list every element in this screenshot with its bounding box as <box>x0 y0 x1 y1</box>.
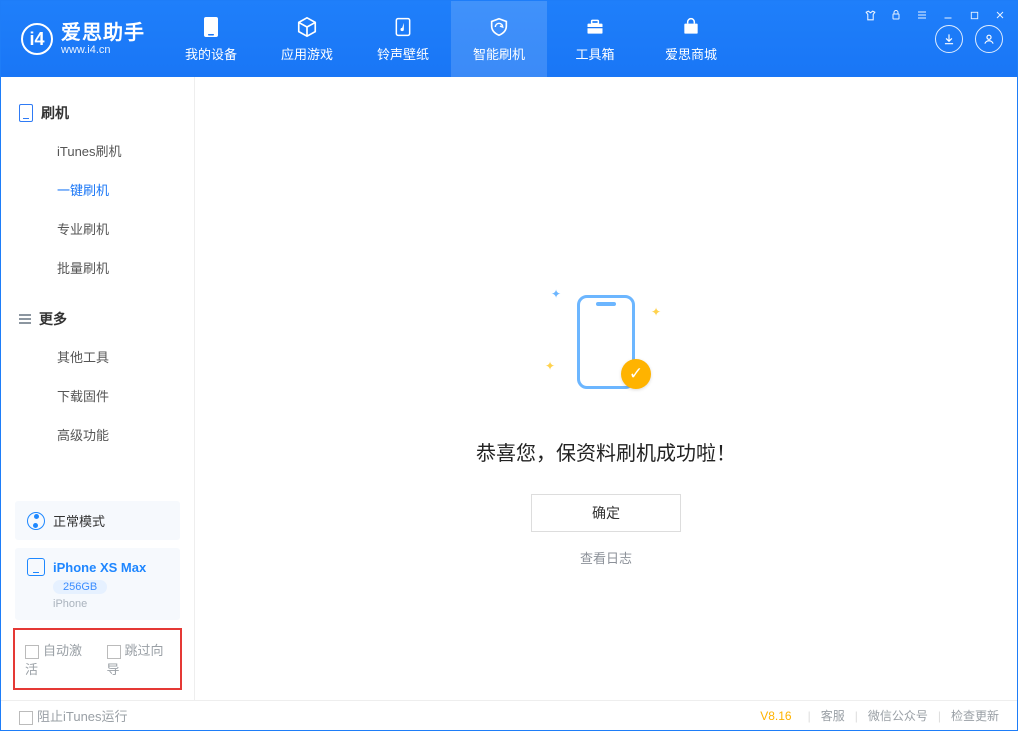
shirt-icon[interactable] <box>861 7 879 23</box>
sidebar-item-download-firmware[interactable]: 下载固件 <box>1 376 194 415</box>
checkmark-badge-icon: ✓ <box>621 359 651 389</box>
footer: 阻止iTunes运行 V8.16 | 客服 | 微信公众号 | 检查更新 <box>1 700 1017 730</box>
success-message: 恭喜您，保资料刷机成功啦！ <box>476 437 736 466</box>
minimize-icon[interactable] <box>939 7 957 23</box>
more-icon <box>19 314 31 324</box>
music-file-icon <box>392 16 414 38</box>
sparkle-icon: ✦ <box>651 305 661 319</box>
window-controls <box>861 7 1009 23</box>
skip-guide-checkbox[interactable]: 跳过向导 <box>107 640 171 678</box>
nav-item-flash[interactable]: 智能刷机 <box>451 1 547 77</box>
app-title: 爱思助手 <box>61 22 145 44</box>
sidebar-group-more: 更多 <box>1 299 194 337</box>
sidebar-group-flash: 刷机 <box>1 93 194 131</box>
app-logo: i4 爱思助手 www.i4.cn <box>1 1 163 77</box>
mode-card[interactable]: 正常模式 <box>15 501 180 540</box>
sidebar-item-other-tools[interactable]: 其他工具 <box>1 337 194 376</box>
device-phone-icon <box>27 558 45 576</box>
refresh-shield-icon <box>488 16 510 38</box>
mode-label: 正常模式 <box>53 511 105 530</box>
sparkle-icon: ✦ <box>551 287 561 301</box>
footer-link-wechat[interactable]: 微信公众号 <box>868 707 928 724</box>
nav-item-ringtone[interactable]: 铃声壁纸 <box>355 1 451 77</box>
footer-link-update[interactable]: 检查更新 <box>951 707 999 724</box>
app-domain: www.i4.cn <box>61 44 145 56</box>
block-itunes-checkbox[interactable]: 阻止iTunes运行 <box>19 706 128 725</box>
sidebar-item-oneclick-flash[interactable]: 一键刷机 <box>1 170 194 209</box>
download-button[interactable] <box>935 25 963 53</box>
auto-activate-checkbox[interactable]: 自动激活 <box>25 640 89 678</box>
maximize-icon[interactable] <box>965 7 983 23</box>
toolbox-icon <box>584 16 606 38</box>
nav-item-toolbox[interactable]: 工具箱 <box>547 1 643 77</box>
nav-item-device[interactable]: 我的设备 <box>163 1 259 77</box>
sidebar-item-itunes-flash[interactable]: iTunes刷机 <box>1 131 194 170</box>
app-window: i4 爱思助手 www.i4.cn 我的设备 应用游戏 铃声壁纸 智能刷机 <box>0 0 1018 731</box>
body: 刷机 iTunes刷机 一键刷机 专业刷机 批量刷机 更多 其他工具 下载固件 … <box>1 77 1017 700</box>
cube-icon <box>296 16 318 38</box>
success-block: ✦ ✦ ✦ ✓ 恭喜您，保资料刷机成功啦！ 确定 查看日志 <box>476 277 736 567</box>
options-highlight-box: 自动激活 跳过向导 <box>13 628 182 690</box>
version-label: V8.16 <box>760 709 791 723</box>
phone-outline-icon <box>19 104 33 122</box>
device-card[interactable]: iPhone XS Max 256GB iPhone <box>15 548 180 620</box>
view-log-link[interactable]: 查看日志 <box>580 548 632 567</box>
device-type: iPhone <box>53 598 168 610</box>
account-button[interactable] <box>975 25 1003 53</box>
nav-item-store[interactable]: 爱思商城 <box>643 1 739 77</box>
sidebar-item-pro-flash[interactable]: 专业刷机 <box>1 209 194 248</box>
sidebar-item-batch-flash[interactable]: 批量刷机 <box>1 248 194 287</box>
store-icon <box>680 16 702 38</box>
main-content: ✦ ✦ ✦ ✓ 恭喜您，保资料刷机成功啦！ 确定 查看日志 <box>195 77 1017 700</box>
device-capacity: 256GB <box>53 580 107 594</box>
close-icon[interactable] <box>991 7 1009 23</box>
footer-link-support[interactable]: 客服 <box>821 707 845 724</box>
lock-icon[interactable] <box>887 7 905 23</box>
sparkle-icon: ✦ <box>545 359 555 373</box>
success-illustration: ✦ ✦ ✦ ✓ <box>541 277 671 407</box>
top-nav: 我的设备 应用游戏 铃声壁纸 智能刷机 工具箱 爱思商城 <box>163 1 739 77</box>
device-name: iPhone XS Max <box>53 560 146 575</box>
logo-icon: i4 <box>21 23 53 55</box>
menu-icon[interactable] <box>913 7 931 23</box>
mode-icon <box>27 512 45 530</box>
phone-icon <box>200 16 222 38</box>
sidebar-item-advanced[interactable]: 高级功能 <box>1 415 194 454</box>
sidebar: 刷机 iTunes刷机 一键刷机 专业刷机 批量刷机 更多 其他工具 下载固件 … <box>1 77 195 700</box>
ok-button[interactable]: 确定 <box>531 494 681 532</box>
nav-item-apps[interactable]: 应用游戏 <box>259 1 355 77</box>
